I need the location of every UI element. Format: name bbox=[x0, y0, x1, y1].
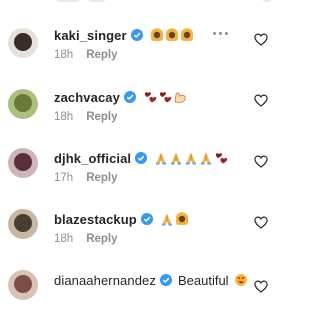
reply-button[interactable]: Reply bbox=[86, 172, 117, 184]
cut-off-time bbox=[56, 0, 80, 2]
reply-button[interactable]: Reply bbox=[86, 233, 117, 245]
folded-hands-emoji-icon bbox=[171, 152, 182, 165]
person-bowing-face-emoji-icon bbox=[150, 28, 163, 41]
comment-meta: 17h Reply bbox=[54, 172, 118, 184]
heart-eyes-face-emoji-icon bbox=[234, 274, 247, 286]
comment-item: dianaahernandez Beautiful bbox=[0, 270, 283, 330]
comment-header: blazestackup bbox=[54, 209, 189, 229]
comment-header: djhk_official bbox=[54, 148, 228, 168]
cut-off-heart bbox=[262, 0, 272, 2]
comment-item: blazestackup 18h Reply bbox=[0, 209, 283, 269]
verified-badge-icon bbox=[140, 213, 153, 225]
username[interactable]: djhk_official bbox=[54, 151, 131, 166]
comment-time: 17h bbox=[54, 172, 74, 184]
comment-meta: 18h Reply bbox=[54, 233, 118, 245]
avatar[interactable] bbox=[8, 148, 38, 178]
comment-meta: 18h Reply bbox=[54, 49, 118, 61]
avatar[interactable] bbox=[8, 28, 38, 58]
verified-badge-icon bbox=[130, 29, 143, 41]
avatar[interactable] bbox=[8, 270, 38, 300]
comment-header: dianaahernandez Beautiful bbox=[54, 270, 248, 290]
reply-button[interactable]: Reply bbox=[86, 49, 117, 61]
comment-header: kaki_singer bbox=[54, 25, 194, 45]
reply-button[interactable]: Reply bbox=[86, 111, 117, 123]
comment-text: Beautiful bbox=[178, 273, 248, 288]
previous-comment-cut-off bbox=[0, 0, 283, 6]
avatar[interactable] bbox=[8, 89, 38, 119]
like-heart-icon[interactable] bbox=[254, 94, 268, 107]
comment-item: djhk_official 17h Reply bbox=[0, 148, 283, 208]
verified-badge-icon bbox=[159, 274, 172, 286]
comment-time: 18h bbox=[54, 111, 74, 123]
comment-time: 18h bbox=[54, 233, 74, 245]
more-options-icon[interactable] bbox=[213, 32, 229, 38]
comment-time: 18h bbox=[54, 49, 74, 61]
person-bowing-face-emoji-icon bbox=[175, 212, 188, 225]
comment-item: kaki_singer 18h Reply bbox=[0, 25, 283, 85]
avatar[interactable] bbox=[8, 209, 38, 239]
username[interactable]: kaki_singer bbox=[54, 28, 127, 43]
folded-hands-emoji-icon bbox=[156, 152, 167, 165]
username[interactable]: dianaahernandez bbox=[54, 273, 156, 288]
like-heart-icon[interactable] bbox=[254, 33, 268, 46]
comment-text bbox=[159, 212, 189, 226]
comment-meta: 18h Reply bbox=[54, 111, 118, 123]
username[interactable]: zachvacay bbox=[54, 90, 120, 105]
username[interactable]: blazestackup bbox=[54, 212, 137, 227]
verified-badge-icon bbox=[135, 152, 148, 164]
revolving-hearts-emoji-icon bbox=[159, 92, 172, 103]
like-heart-icon[interactable] bbox=[254, 216, 268, 229]
comment-item: zachvacay 18h Reply bbox=[0, 87, 283, 147]
comment-text bbox=[153, 151, 228, 165]
comment-header: zachvacay bbox=[54, 87, 187, 107]
folded-hands-emoji-icon bbox=[161, 213, 172, 226]
like-heart-icon[interactable] bbox=[254, 280, 268, 293]
person-bowing-face-emoji-icon bbox=[180, 28, 193, 41]
revolving-hearts-emoji-icon bbox=[144, 92, 157, 103]
cut-off-reply bbox=[88, 0, 106, 2]
folded-hands-emoji-icon bbox=[186, 152, 197, 165]
like-heart-icon[interactable] bbox=[254, 155, 268, 168]
folded-hands-emoji-icon bbox=[201, 152, 212, 165]
revolving-hearts-emoji-icon bbox=[216, 153, 228, 164]
verified-badge-icon bbox=[123, 91, 136, 103]
comment-text bbox=[142, 90, 187, 104]
person-bowing-face-emoji-icon bbox=[165, 28, 178, 41]
comment-text bbox=[149, 28, 194, 42]
flexed-biceps-emoji-icon bbox=[174, 92, 186, 103]
